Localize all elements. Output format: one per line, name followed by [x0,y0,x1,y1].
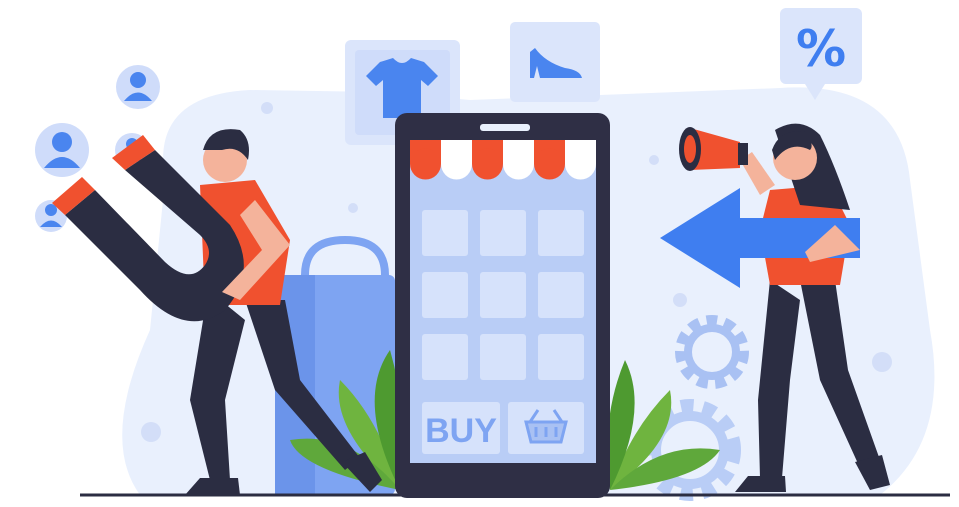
avatar-user-icon [116,65,160,109]
decor-dot [872,352,892,372]
product-tile [422,210,468,256]
shoe-card [510,22,600,102]
decor-dot [348,203,358,213]
product-tile [538,210,584,256]
product-grid [422,210,584,380]
smartphone: BUY [395,113,610,498]
decor-dot [649,155,659,165]
product-tile [480,272,526,318]
product-tile [422,334,468,380]
decor-dot [673,293,687,307]
decor-dot [261,102,273,114]
buy-label: BUY [425,412,497,450]
decor-dot [141,422,161,442]
discount-symbol: % [796,20,846,78]
product-tile [422,272,468,318]
product-tile [538,272,584,318]
shopping-illustration: % BUY [0,0,959,507]
product-tile [480,334,526,380]
product-tile [538,334,584,380]
phone-speaker [480,124,530,131]
avatar-user-icon [35,123,89,177]
discount-badge: % [780,8,862,100]
illustration-canvas: % BUY [35,8,950,501]
product-tile [480,210,526,256]
